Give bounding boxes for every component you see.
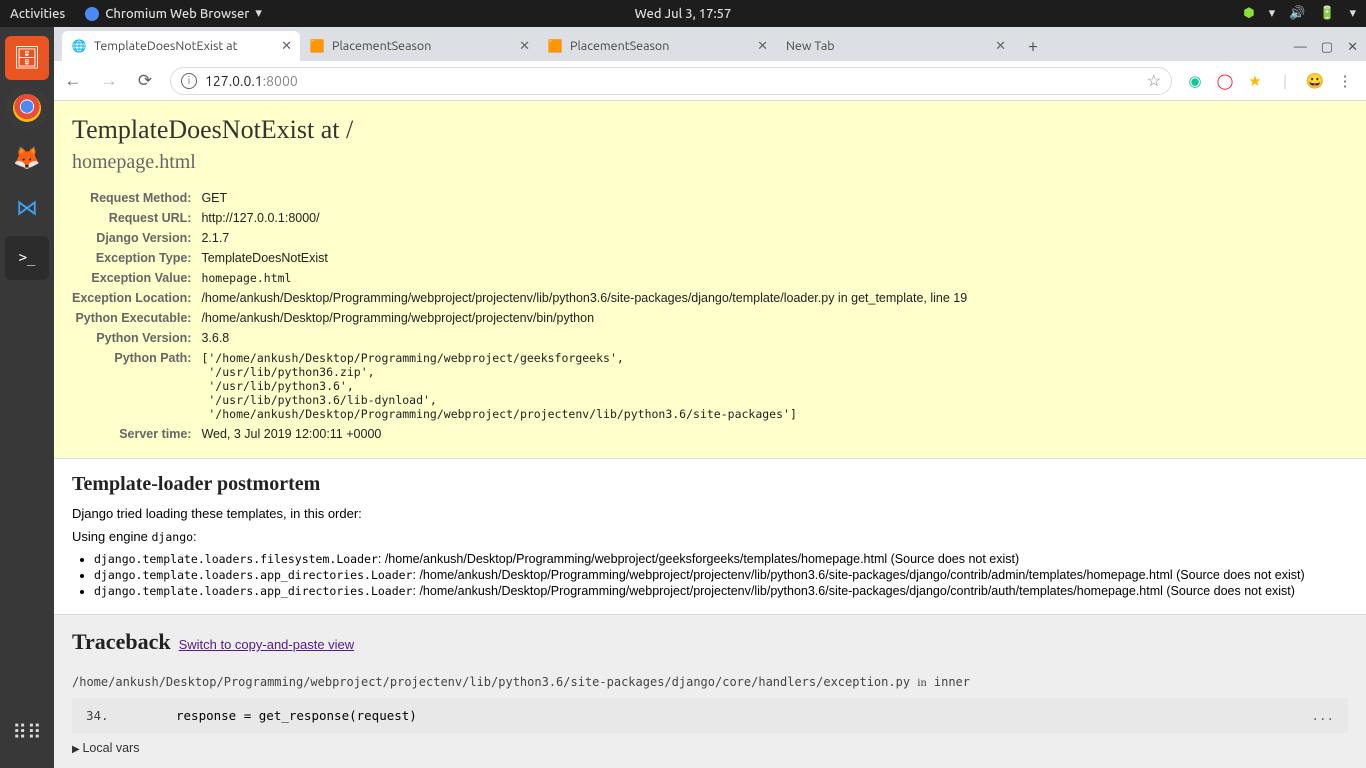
reload-button[interactable]: ⟳ [134, 70, 156, 92]
close-icon[interactable]: ✕ [995, 39, 1006, 54]
terminal-icon[interactable]: >_ [5, 236, 49, 280]
postmortem-section: Template-loader postmortem Django tried … [54, 459, 1366, 615]
close-window-icon[interactable]: ✕ [1347, 40, 1358, 55]
error-subheading: homepage.html [72, 151, 1348, 174]
close-icon[interactable]: ✕ [757, 39, 768, 54]
globe-icon: 🌐 [72, 39, 86, 53]
local-vars-toggle[interactable]: Local vars [72, 741, 1348, 755]
files-icon[interactable]: 🗄 [5, 36, 49, 80]
error-heading: TemplateDoesNotExist at / [72, 115, 1348, 145]
system-menu-icon[interactable]: ▾ [1349, 6, 1356, 21]
browser-toolbar: ← → ⟳ i 127.0.0.1:8000 ☆ ◉ ◯ ★ | 😀 ⋮ [54, 61, 1366, 101]
browser-window: 🌐 TemplateDoesNotExist at ✕ 🟧 PlacementS… [54, 27, 1366, 768]
ext-star-icon[interactable]: ★ [1246, 72, 1264, 90]
close-icon[interactable]: ✕ [519, 39, 530, 54]
tab-strip: 🌐 TemplateDoesNotExist at ✕ 🟧 PlacementS… [54, 27, 1366, 61]
chromium-icon [85, 7, 99, 21]
tab-3[interactable]: New Tab ✕ [776, 31, 1014, 61]
ext-sep: | [1276, 72, 1294, 90]
shield-icon[interactable]: ⬢ [1243, 6, 1254, 21]
back-button[interactable]: ← [62, 70, 84, 92]
page-icon: 🟧 [548, 39, 562, 53]
error-meta-table: Request Method:GET Request URL:http://12… [72, 188, 967, 444]
error-summary: TemplateDoesNotExist at / homepage.html … [54, 101, 1366, 459]
app-grid-icon[interactable]: ⠿⠿ [5, 710, 49, 754]
tab-2[interactable]: 🟧 PlacementSeason ✕ [538, 31, 776, 61]
ext-grammarly-icon[interactable]: ◉ [1186, 72, 1204, 90]
list-item: django.template.loaders.app_directories.… [94, 568, 1348, 582]
page-viewport[interactable]: TemplateDoesNotExist at / homepage.html … [54, 101, 1366, 768]
active-app[interactable]: Chromium Web Browser ▾ [85, 6, 262, 21]
browser-menu-icon[interactable]: ⋮ [1336, 72, 1354, 90]
ubuntu-dock: 🗄 🦊 ⋈ >_ ⠿⠿ [0, 27, 54, 768]
activities-button[interactable]: Activities [10, 7, 65, 21]
traceback-section: Traceback Switch to copy-and-paste view … [54, 615, 1366, 768]
code-line[interactable]: 34. response = get_response(request) ... [72, 698, 1348, 733]
switch-view-link[interactable]: Switch to copy-and-paste view [179, 637, 355, 652]
battery-icon[interactable]: 🔋 [1319, 6, 1335, 21]
gnome-topbar: Activities Chromium Web Browser ▾ Wed Ju… [0, 0, 1366, 27]
volume-icon[interactable]: 🔊 [1289, 6, 1305, 21]
tab-1[interactable]: 🟧 PlacementSeason ✕ [300, 31, 538, 61]
forward-button[interactable]: → [98, 70, 120, 92]
maximize-icon[interactable]: ▢ [1321, 40, 1333, 55]
wifi-icon[interactable]: ▾ [1269, 6, 1276, 21]
minimize-icon[interactable]: — [1294, 40, 1307, 55]
new-tab-button[interactable]: + [1020, 33, 1046, 59]
bookmark-star-icon[interactable]: ☆ [1147, 71, 1161, 90]
close-icon[interactable]: ✕ [281, 39, 292, 54]
list-item: django.template.loaders.app_directories.… [94, 584, 1348, 598]
chromium-dock-icon[interactable] [5, 86, 49, 130]
frame-location: /home/ankush/Desktop/Programming/webproj… [72, 675, 1348, 690]
firefox-icon[interactable]: 🦊 [5, 136, 49, 180]
site-info-icon[interactable]: i [181, 73, 197, 89]
page-icon: 🟧 [310, 39, 324, 53]
address-bar[interactable]: i 127.0.0.1:8000 ☆ [170, 67, 1172, 95]
list-item: django.template.loaders.filesystem.Loade… [94, 552, 1348, 566]
ext-smiley-icon[interactable]: 😀 [1306, 72, 1324, 90]
ext-opera-icon[interactable]: ◯ [1216, 72, 1234, 90]
tab-0[interactable]: 🌐 TemplateDoesNotExist at ✕ [62, 31, 300, 61]
vscode-icon[interactable]: ⋈ [5, 186, 49, 230]
